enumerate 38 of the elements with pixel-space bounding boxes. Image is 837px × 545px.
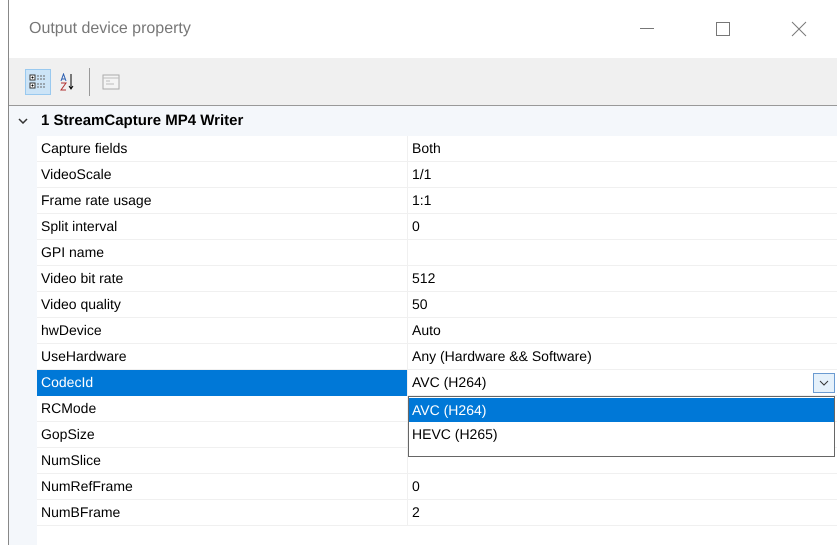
dropdown-option[interactable]: HEVC (H265) bbox=[409, 422, 834, 446]
property-name[interactable]: Frame rate usage bbox=[37, 188, 407, 214]
property-pages-icon bbox=[102, 72, 120, 90]
property-value: 0 bbox=[412, 217, 420, 236]
property-name[interactable]: CodecId bbox=[37, 370, 407, 396]
property-name[interactable]: Capture fields bbox=[37, 136, 407, 162]
dropdown-option[interactable]: AVC (H264) bbox=[409, 398, 834, 422]
property-name[interactable]: Video bit rate bbox=[37, 266, 407, 292]
property-value: Both bbox=[412, 139, 441, 158]
close-icon bbox=[791, 21, 807, 37]
property-name[interactable]: GopSize bbox=[37, 422, 407, 448]
maximize-icon bbox=[716, 22, 730, 36]
property-value: 0 bbox=[412, 477, 420, 496]
categorized-icon bbox=[29, 72, 47, 90]
property-value: Auto bbox=[412, 321, 441, 340]
property-name[interactable]: RCMode bbox=[37, 396, 407, 422]
property-name[interactable]: NumSlice bbox=[37, 448, 407, 474]
property-value: 1/1 bbox=[412, 165, 432, 184]
property-value: AVC (H264) bbox=[412, 373, 486, 392]
property-name[interactable]: NumRefFrame bbox=[37, 474, 407, 500]
property-name[interactable]: VideoScale bbox=[37, 162, 407, 188]
window-title: Output device property bbox=[29, 19, 191, 39]
category-title: 1 StreamCapture MP4 Writer bbox=[41, 110, 244, 131]
toolbar-button[interactable] bbox=[25, 68, 51, 94]
property-name[interactable]: GPI name bbox=[37, 240, 407, 266]
minimize-icon bbox=[640, 28, 654, 30]
property-value: 2 bbox=[412, 503, 420, 522]
property-name[interactable]: Split interval bbox=[37, 214, 407, 240]
category-row[interactable]: 1 StreamCapture MP4 Writer bbox=[9, 106, 837, 136]
property-value: 50 bbox=[412, 295, 428, 314]
property-value: 512 bbox=[412, 269, 436, 288]
property-value: 1:1 bbox=[412, 191, 432, 210]
property-value: Any (Hardware && Software) bbox=[412, 347, 592, 366]
property-name[interactable]: NumBFrame bbox=[37, 500, 407, 526]
property-name[interactable]: hwDevice bbox=[37, 318, 407, 344]
property-name[interactable]: Video quality bbox=[37, 292, 407, 318]
caret-icon bbox=[819, 380, 829, 386]
dropdown-button[interactable] bbox=[813, 372, 835, 392]
